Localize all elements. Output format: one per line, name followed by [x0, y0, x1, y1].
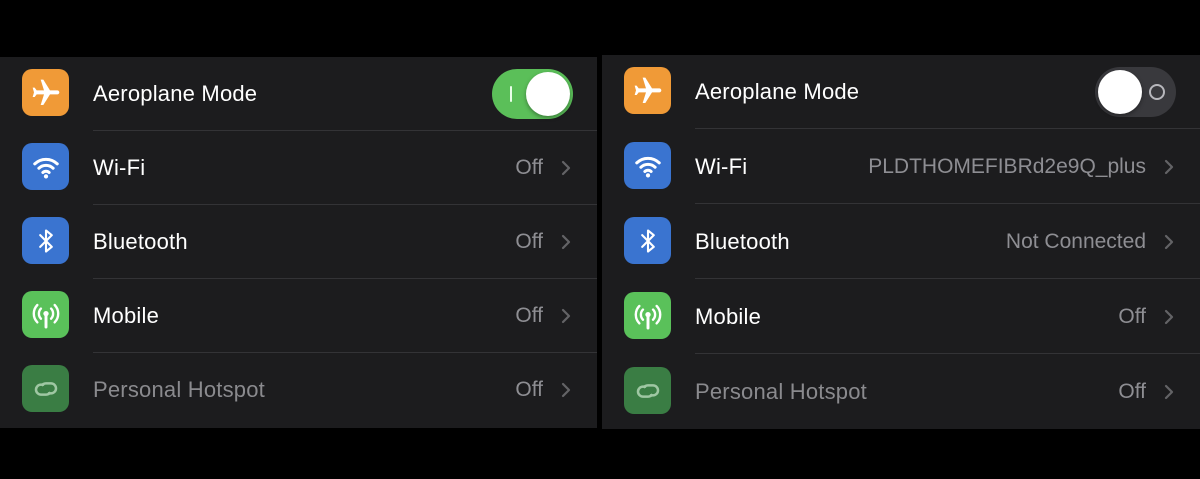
chevron-right-icon [1164, 309, 1174, 325]
hotspot-link-icon [624, 367, 671, 414]
bluetooth-row[interactable]: Bluetooth Off [0, 205, 597, 279]
bluetooth-label: Bluetooth [93, 229, 188, 254]
bluetooth-status: Not Connected [1005, 230, 1146, 253]
wifi-icon [22, 143, 69, 190]
aeroplane-mode-toggle[interactable] [492, 69, 573, 119]
personal-hotspot-row[interactable]: Personal Hotspot Off [602, 355, 1200, 429]
aeroplane-mode-row[interactable]: Aeroplane Mode [602, 55, 1200, 129]
toggle-knob [526, 72, 570, 116]
bluetooth-icon [22, 217, 69, 264]
mobile-status: Off [515, 304, 543, 327]
chevron-right-icon [561, 160, 571, 176]
aeroplane-mode-row[interactable]: Aeroplane Mode [0, 57, 597, 131]
mobile-row[interactable]: Mobile Off [602, 280, 1200, 354]
bluetooth-row[interactable]: Bluetooth Not Connected [602, 205, 1200, 279]
wifi-icon [624, 142, 671, 189]
airplane-icon [22, 69, 69, 116]
chevron-right-icon [561, 308, 571, 324]
personal-hotspot-status: Off [1118, 380, 1146, 403]
wifi-status: Off [515, 156, 543, 179]
mobile-label: Mobile [93, 303, 160, 328]
settings-panel-right: Aeroplane Mode Wi-Fi PLDTHOMEFIBRd2e9Q_p… [602, 55, 1200, 429]
bluetooth-label: Bluetooth [695, 229, 790, 254]
personal-hotspot-row[interactable]: Personal Hotspot Off [0, 353, 597, 427]
bluetooth-icon [624, 217, 671, 264]
mobile-status: Off [1118, 305, 1146, 328]
personal-hotspot-label: Personal Hotspot [93, 377, 265, 402]
hotspot-link-icon [22, 365, 69, 412]
wifi-network-name: PLDTHOMEFIBRd2e9Q_plus [868, 155, 1146, 178]
toggle-on-indicator [510, 86, 512, 102]
cellular-antenna-icon [22, 291, 69, 338]
wifi-row[interactable]: Wi-Fi PLDTHOMEFIBRd2e9Q_plus [602, 130, 1200, 204]
row-separator [695, 128, 1200, 129]
airplane-icon [624, 67, 671, 114]
chevron-right-icon [1164, 159, 1174, 175]
wifi-label: Wi-Fi [93, 155, 146, 180]
row-separator [695, 203, 1200, 204]
aeroplane-mode-toggle[interactable] [1095, 67, 1176, 117]
row-separator [695, 278, 1200, 279]
chevron-right-icon [561, 234, 571, 250]
wifi-label: Wi-Fi [695, 154, 748, 179]
bluetooth-status: Off [515, 230, 543, 253]
chevron-right-icon [1164, 384, 1174, 400]
mobile-row[interactable]: Mobile Off [0, 279, 597, 353]
toggle-knob [1098, 70, 1142, 114]
aeroplane-mode-label: Aeroplane Mode [93, 81, 258, 106]
cellular-antenna-icon [624, 292, 671, 339]
aeroplane-mode-label: Aeroplane Mode [695, 79, 860, 104]
settings-panel-left: Aeroplane Mode Wi-Fi Off Bluetooth Off M… [0, 57, 597, 428]
row-separator [695, 353, 1200, 354]
personal-hotspot-label: Personal Hotspot [695, 379, 867, 404]
personal-hotspot-status: Off [515, 378, 543, 401]
mobile-label: Mobile [695, 304, 762, 329]
wifi-row[interactable]: Wi-Fi Off [0, 131, 597, 205]
chevron-right-icon [1164, 234, 1174, 250]
chevron-right-icon [561, 382, 571, 398]
toggle-off-indicator [1149, 84, 1165, 100]
